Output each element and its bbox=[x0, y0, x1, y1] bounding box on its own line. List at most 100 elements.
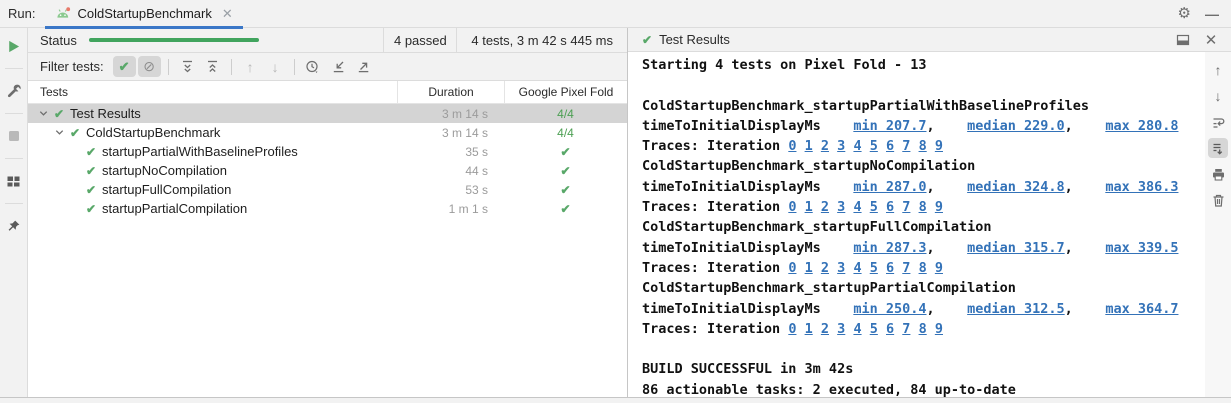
separator bbox=[168, 59, 169, 75]
console-link[interactable]: 2 bbox=[821, 199, 829, 215]
passed-count: 4 passed bbox=[384, 33, 456, 48]
duration-cell: 44 s bbox=[397, 164, 504, 178]
console-link[interactable]: max 364.7 bbox=[1105, 301, 1178, 317]
console-link[interactable]: 4 bbox=[853, 321, 861, 337]
chevron-expanded-icon[interactable] bbox=[36, 106, 51, 121]
console-link[interactable]: median 229.0 bbox=[967, 118, 1065, 134]
collapse-all-icon[interactable] bbox=[201, 56, 224, 77]
tree-row-test-results[interactable]: ✔Test Results3 m 14 s4/4 bbox=[28, 104, 627, 123]
console-text-segment: ColdStartupBenchmark_startupPartialCompi… bbox=[642, 280, 1016, 296]
console-link[interactable]: 4 bbox=[853, 138, 861, 154]
console-link[interactable]: max 386.3 bbox=[1105, 179, 1178, 195]
show-passed-icon[interactable]: ✔ bbox=[113, 56, 136, 77]
scroll-to-end-icon[interactable] bbox=[1208, 138, 1228, 158]
device-matrix-icon[interactable] bbox=[5, 172, 23, 190]
console-link[interactable]: 2 bbox=[821, 138, 829, 154]
tree-row-startuppartialcompilation[interactable]: ✔startupPartialCompilation1 m 1 s✔ bbox=[28, 199, 627, 218]
console-link[interactable]: 9 bbox=[935, 138, 943, 154]
clear-all-icon[interactable] bbox=[1208, 190, 1228, 210]
import-test-results-icon[interactable] bbox=[327, 56, 350, 77]
console-text-segment bbox=[878, 138, 886, 154]
console-text-segment: Traces: Iteration bbox=[642, 260, 788, 276]
tab-close-icon[interactable]: ✕ bbox=[222, 6, 233, 22]
pin-tab-icon[interactable] bbox=[5, 217, 23, 235]
device-result-cell: ✔ bbox=[504, 202, 627, 216]
console-link[interactable]: 8 bbox=[919, 199, 927, 215]
console-link[interactable]: max 339.5 bbox=[1105, 240, 1178, 256]
expand-all-icon[interactable] bbox=[176, 56, 199, 77]
scroll-up-icon[interactable]: ↑ bbox=[1208, 60, 1228, 80]
console-link[interactable]: 9 bbox=[935, 321, 943, 337]
console-link[interactable]: 6 bbox=[886, 138, 894, 154]
console-link[interactable]: 5 bbox=[870, 321, 878, 337]
column-duration[interactable]: Duration bbox=[397, 81, 504, 103]
tree-row-startupfullcompilation[interactable]: ✔startupFullCompilation53 s✔ bbox=[28, 180, 627, 199]
test-tree: Tests Duration Google Pixel Fold ✔Test R… bbox=[28, 81, 627, 397]
console-link[interactable]: max 280.8 bbox=[1105, 118, 1178, 134]
console-text-segment bbox=[910, 199, 918, 215]
console-header: ✔ Test Results ✕ bbox=[628, 28, 1231, 52]
console-text-segment: BUILD SUCCESSFUL in 3m 42s bbox=[642, 361, 853, 377]
console-link[interactable]: min 287.3 bbox=[853, 240, 926, 256]
console-link[interactable]: 5 bbox=[870, 138, 878, 154]
console-link[interactable]: 1 bbox=[805, 260, 813, 276]
show-ignored-icon[interactable]: ⊘ bbox=[138, 56, 161, 77]
hide-panel-icon[interactable]: — bbox=[1205, 6, 1219, 22]
test-history-icon[interactable] bbox=[302, 56, 325, 77]
tree-row-startupnocompilation[interactable]: ✔startupNoCompilation44 s✔ bbox=[28, 161, 627, 180]
console-text-segment bbox=[829, 199, 837, 215]
rerun-tests-button[interactable] bbox=[5, 37, 23, 55]
device-pass-check-icon: ✔ bbox=[560, 183, 570, 197]
console-link[interactable]: 1 bbox=[805, 199, 813, 215]
console-right-toolbar: ↑ ↓ bbox=[1205, 52, 1231, 397]
console-link[interactable]: 5 bbox=[870, 199, 878, 215]
console-link[interactable]: min 287.0 bbox=[853, 179, 926, 195]
tree-row-startuppartialwithbaselineprofiles[interactable]: ✔startupPartialWithBaselineProfiles35 s✔ bbox=[28, 142, 627, 161]
console-link[interactable]: 6 bbox=[886, 199, 894, 215]
settings-gear-icon[interactable]: ⚙ bbox=[1178, 6, 1191, 21]
console-line: BUILD SUCCESSFUL in 3m 42s bbox=[642, 359, 1205, 379]
console-link[interactable]: median 315.7 bbox=[967, 240, 1065, 256]
console-link[interactable]: 5 bbox=[870, 260, 878, 276]
console-text-segment: Starting 4 tests on Pixel Fold - 13 bbox=[642, 57, 926, 73]
console-text-segment: Traces: Iteration bbox=[642, 138, 788, 154]
close-icon[interactable]: ✕ bbox=[1201, 30, 1221, 50]
console-link[interactable]: 2 bbox=[821, 321, 829, 337]
console-link[interactable]: median 324.8 bbox=[967, 179, 1065, 195]
console-link[interactable]: 1 bbox=[805, 138, 813, 154]
tree-node-label-cell: ✔Test Results bbox=[28, 106, 397, 121]
test-passed-icon: ✔ bbox=[83, 202, 99, 216]
console-link[interactable]: 1 bbox=[805, 321, 813, 337]
console-link[interactable]: 6 bbox=[886, 260, 894, 276]
dock-panel-icon[interactable] bbox=[1173, 30, 1193, 50]
console-link[interactable]: 9 bbox=[935, 199, 943, 215]
console-link[interactable]: median 312.5 bbox=[967, 301, 1065, 317]
console-link[interactable]: 4 bbox=[853, 260, 861, 276]
console-link[interactable]: 4 bbox=[853, 199, 861, 215]
console-text-segment: , bbox=[1065, 118, 1106, 134]
export-test-results-icon[interactable] bbox=[352, 56, 375, 77]
console-link[interactable]: min 207.7 bbox=[853, 118, 926, 134]
scroll-down-icon[interactable]: ↓ bbox=[1208, 86, 1228, 106]
console-text-segment bbox=[862, 138, 870, 154]
console-link[interactable]: 9 bbox=[935, 260, 943, 276]
console-link[interactable]: 8 bbox=[919, 260, 927, 276]
tree-row-coldstartupbenchmark[interactable]: ✔ColdStartupBenchmark3 m 14 s4/4 bbox=[28, 123, 627, 142]
print-icon[interactable] bbox=[1208, 164, 1228, 184]
tree-node-label: ColdStartupBenchmark bbox=[86, 125, 220, 140]
console-text-segment bbox=[813, 321, 821, 337]
console-link[interactable]: 2 bbox=[821, 260, 829, 276]
console-link[interactable]: 8 bbox=[919, 138, 927, 154]
soft-wrap-icon[interactable] bbox=[1208, 112, 1228, 132]
column-tests[interactable]: Tests bbox=[28, 81, 397, 103]
console-link[interactable]: 6 bbox=[886, 321, 894, 337]
chevron-expanded-icon[interactable] bbox=[52, 125, 67, 140]
test-passed-icon: ✔ bbox=[83, 183, 99, 197]
console-link[interactable]: 8 bbox=[919, 321, 927, 337]
tab-coldstartupbenchmark[interactable]: ColdStartupBenchmark ✕ bbox=[45, 0, 242, 28]
duration-cell: 53 s bbox=[397, 183, 504, 197]
console-text-segment bbox=[862, 260, 870, 276]
wrench-icon[interactable] bbox=[5, 82, 23, 100]
console-link[interactable]: min 250.4 bbox=[853, 301, 926, 317]
column-device[interactable]: Google Pixel Fold bbox=[504, 81, 627, 103]
